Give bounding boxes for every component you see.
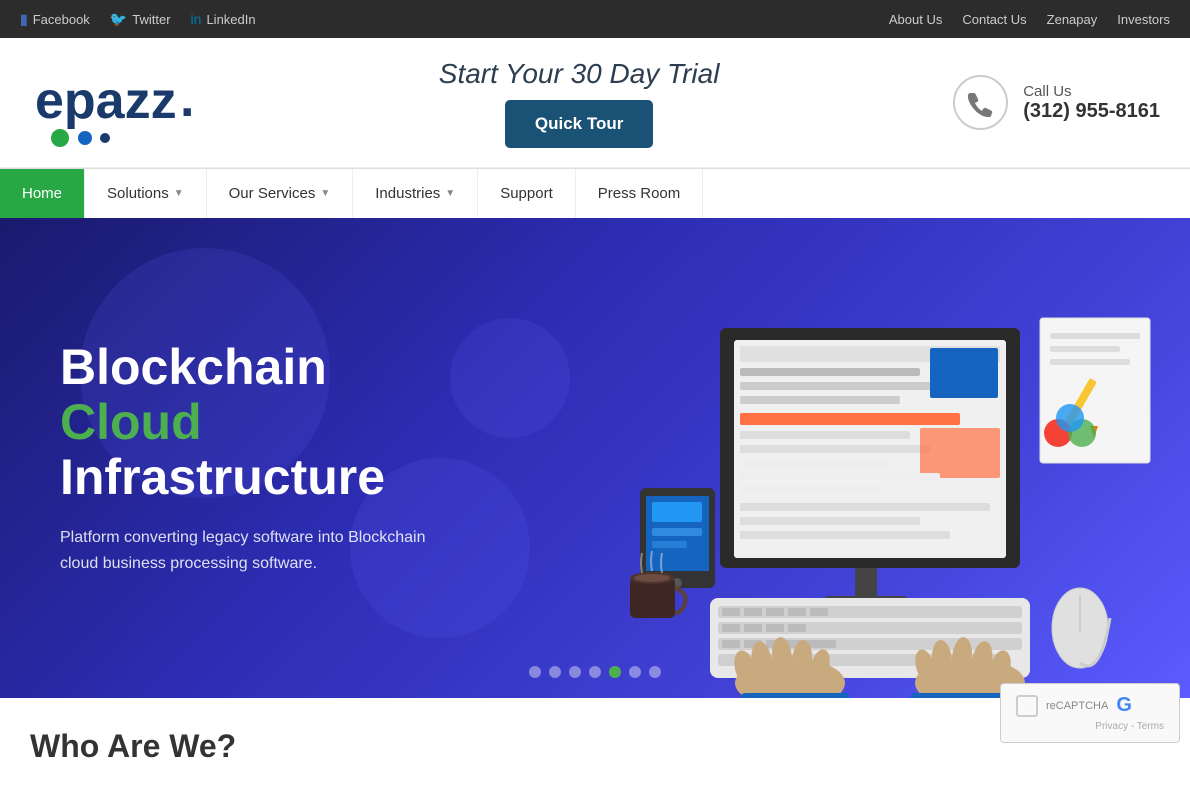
linkedin-icon: in [191, 11, 202, 27]
top-bar: ▮ Facebook 🐦 Twitter in LinkedIn About U… [0, 0, 1190, 38]
about-us-link[interactable]: About Us [889, 12, 942, 27]
svg-text:epazz: epazz [35, 72, 177, 130]
nav-support[interactable]: Support [478, 169, 576, 218]
contact-us-link[interactable]: Contact Us [962, 12, 1026, 27]
recaptcha-checkbox[interactable] [1016, 695, 1038, 717]
call-label: Call Us [1023, 83, 1160, 100]
carousel-dot-5[interactable] [609, 666, 621, 678]
facebook-icon: ▮ [20, 11, 28, 28]
header-cta: Start Your 30 Day Trial Quick Tour [439, 58, 720, 148]
linkedin-link[interactable]: in LinkedIn [191, 11, 256, 27]
site-header: epazz . Start Your 30 Day Trial Quick To… [0, 38, 1190, 168]
facebook-label: Facebook [33, 12, 90, 27]
nav-home[interactable]: Home [0, 169, 85, 218]
hero-section: Blockchain Cloud Infrastructure Platform… [0, 218, 1190, 698]
carousel-dot-1[interactable] [529, 666, 541, 678]
carousel-dot-2[interactable] [549, 666, 561, 678]
investors-link[interactable]: Investors [1117, 12, 1170, 27]
header-phone: Call Us (312) 955-8161 [953, 75, 1160, 130]
carousel-dot-4[interactable] [589, 666, 601, 678]
twitter-label: Twitter [132, 12, 170, 27]
trial-text: Start Your 30 Day Trial [439, 58, 720, 90]
carousel-dot-6[interactable] [629, 666, 641, 678]
recaptcha-subtext: Privacy - Terms [1016, 721, 1164, 732]
nav-our-services[interactable]: Our Services ▼ [207, 169, 354, 218]
carousel-dot-3[interactable] [569, 666, 581, 678]
linkedin-label: LinkedIn [206, 12, 255, 27]
nav-press-room[interactable]: Press Room [576, 169, 704, 218]
who-title: Who Are We? [30, 728, 1160, 765]
nav-industries[interactable]: Industries ▼ [353, 169, 478, 218]
facebook-link[interactable]: ▮ Facebook [20, 11, 90, 28]
solutions-arrow: ▼ [174, 188, 184, 199]
hero-title: Blockchain Cloud Infrastructure [60, 340, 480, 505]
social-links: ▮ Facebook 🐦 Twitter in LinkedIn [20, 11, 256, 28]
recaptcha-widget: reCAPTCHA G Privacy - Terms [1000, 683, 1180, 743]
industries-arrow: ▼ [445, 188, 455, 199]
zenapay-link[interactable]: Zenapay [1047, 12, 1098, 27]
hero-illustration [590, 238, 1190, 698]
carousel-dots [529, 666, 661, 678]
recaptcha-text: reCAPTCHA [1046, 700, 1108, 712]
our-services-arrow: ▼ [320, 188, 330, 199]
hero-subtitle: Platform converting legacy software into… [60, 525, 460, 576]
phone-icon [953, 75, 1008, 130]
logo-svg: epazz . [30, 48, 205, 158]
twitter-icon: 🐦 [110, 11, 127, 28]
recaptcha-logo: G [1116, 694, 1132, 717]
twitter-link[interactable]: 🐦 Twitter [110, 11, 171, 28]
main-nav: Home Solutions ▼ Our Services ▼ Industri… [0, 168, 1190, 218]
hero-content: Blockchain Cloud Infrastructure Platform… [0, 340, 480, 576]
logo-area[interactable]: epazz . [30, 48, 205, 158]
quick-tour-button[interactable]: Quick Tour [505, 100, 653, 148]
svg-text:.: . [180, 70, 194, 128]
phone-number: (312) 955-8161 [1023, 100, 1160, 123]
nav-solutions[interactable]: Solutions ▼ [85, 169, 207, 218]
call-info: Call Us (312) 955-8161 [1023, 83, 1160, 123]
top-nav-links: About Us Contact Us Zenapay Investors [889, 12, 1170, 27]
carousel-dot-7[interactable] [649, 666, 661, 678]
